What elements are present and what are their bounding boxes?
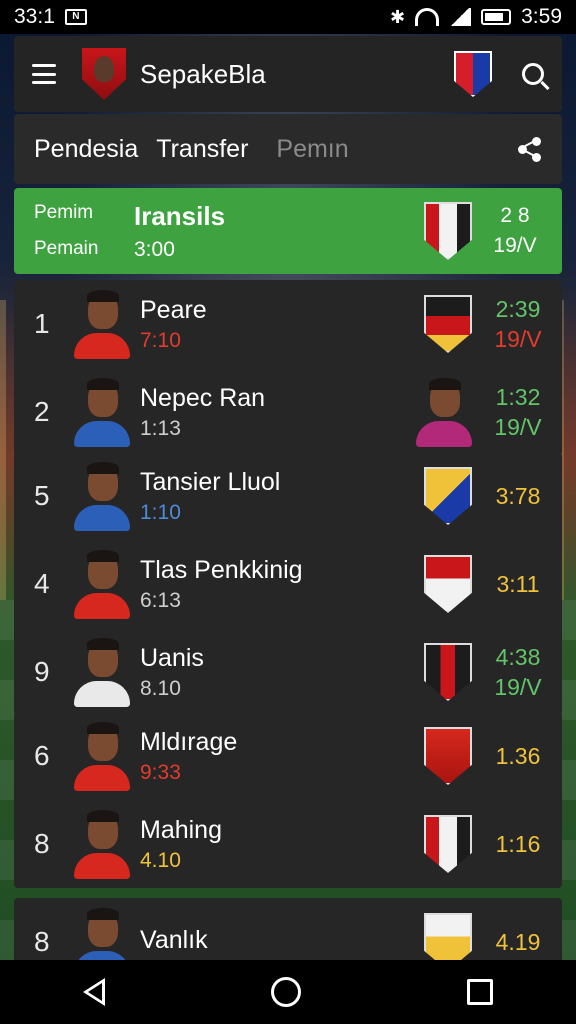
transfer-card: 6 Mldırage 9:33 1.36 8 Mahing 4.10 1:16 bbox=[14, 712, 562, 888]
share-icon[interactable] bbox=[518, 137, 542, 162]
recents-icon[interactable] bbox=[467, 979, 493, 1005]
featured-time: 3:00 bbox=[134, 237, 175, 261]
featured-stat-top: 2 8 bbox=[500, 204, 530, 227]
app-header: SepakeBla bbox=[14, 36, 562, 112]
player-name: Vanlık bbox=[140, 925, 208, 954]
player-time: 4.10 bbox=[140, 848, 181, 872]
bluetooth-icon: ✱ bbox=[390, 6, 406, 27]
player-time: 6:13 bbox=[140, 588, 181, 612]
list-item[interactable]: 1 Peare 7:10 2:39 19/V bbox=[14, 280, 562, 368]
stat-bottom: 19/V bbox=[494, 674, 542, 700]
rank: 8 bbox=[34, 926, 50, 957]
navigation-bar bbox=[0, 960, 576, 1024]
player-name: Uanis bbox=[140, 643, 204, 672]
player-time: 1:10 bbox=[140, 500, 181, 524]
stat-top: 1.36 bbox=[495, 743, 541, 769]
status-bar: 33:1 N ✱ 3:59 bbox=[0, 0, 576, 34]
transfer-card: 1 Peare 7:10 2:39 19/V 2 Nepec Ran 1:13 1:32 19/V bbox=[14, 280, 562, 456]
player-avatar bbox=[74, 809, 130, 879]
tab-pendesia[interactable]: Pendesia bbox=[34, 125, 138, 174]
status-time-left: 33:1 bbox=[14, 5, 55, 28]
search-icon[interactable] bbox=[522, 63, 544, 85]
list-item[interactable]: 6 Mldırage 9:33 1.36 bbox=[14, 712, 562, 800]
featured-transfer[interactable]: Pemim Pemain Iransils 3:00 2 8 19/V bbox=[14, 188, 562, 274]
player-avatar bbox=[416, 377, 472, 447]
back-icon[interactable] bbox=[83, 978, 105, 1006]
rank: 2 bbox=[34, 396, 50, 427]
rank: 4 bbox=[34, 568, 50, 599]
transfer-card: 5 Tansier Lluol 1:10 3:78 4 Tlas Penkkinig 6:1… bbox=[14, 452, 562, 716]
stat-top: 4:38 bbox=[495, 644, 541, 670]
player-name: Tlas Penkkinig bbox=[140, 555, 303, 584]
wifi-icon bbox=[415, 8, 440, 26]
player-name: Peare bbox=[140, 295, 207, 324]
player-avatar bbox=[74, 289, 130, 359]
tab-pemin[interactable]: Pemın bbox=[276, 125, 348, 174]
rank: 1 bbox=[34, 308, 50, 339]
tab-bar: Pendesia Transfer Pemın bbox=[14, 114, 562, 191]
rank: 6 bbox=[34, 740, 50, 771]
stat-top: 3:11 bbox=[496, 571, 540, 597]
stat-bottom: 19/V bbox=[494, 414, 542, 440]
status-time-right: 3:59 bbox=[521, 5, 562, 28]
featured-title: Iransils bbox=[134, 200, 226, 231]
player-avatar bbox=[74, 377, 130, 447]
player-name: Mahing bbox=[140, 815, 222, 844]
signal-icon bbox=[449, 8, 472, 26]
player-name: Mldırage bbox=[140, 727, 238, 756]
club-logo bbox=[82, 48, 126, 100]
player-time: 8.10 bbox=[140, 676, 181, 700]
player-avatar bbox=[74, 721, 130, 791]
club-badge-icon bbox=[424, 295, 472, 353]
rank: 8 bbox=[34, 828, 50, 859]
stat-top: 1:32 bbox=[495, 384, 541, 410]
club-badge-icon bbox=[424, 555, 472, 613]
stat-top: 3:78 bbox=[495, 483, 541, 509]
list-item[interactable]: 4 Tlas Penkkinig 6:13 3:11 bbox=[14, 540, 562, 628]
menu-icon[interactable] bbox=[32, 64, 56, 84]
home-icon[interactable] bbox=[271, 977, 301, 1007]
stat-top: 1:16 bbox=[495, 831, 541, 857]
stat-top: 2:39 bbox=[495, 296, 541, 322]
battery-icon bbox=[481, 9, 512, 25]
club-badge-icon bbox=[424, 815, 472, 873]
rank: 9 bbox=[34, 656, 50, 687]
stat-top: 4.19 bbox=[495, 929, 541, 955]
list-item[interactable]: 5 Tansier Lluol 1:10 3:78 bbox=[14, 452, 562, 540]
club-badge-icon bbox=[424, 643, 472, 701]
list-item[interactable]: 2 Nepec Ran 1:13 1:32 19/V bbox=[14, 368, 562, 456]
tab-transfer[interactable]: Transfer bbox=[146, 125, 271, 191]
stat-bottom: 19/V bbox=[494, 326, 542, 352]
featured-label-bottom: Pemain bbox=[34, 238, 99, 259]
player-name: Nepec Ran bbox=[140, 383, 266, 412]
list-item[interactable]: 9 Uanis 8.10 4:38 19/V bbox=[14, 628, 562, 716]
club-badge-icon bbox=[424, 202, 472, 260]
player-time: 7:10 bbox=[140, 328, 181, 352]
app-title: SepakeBla bbox=[140, 58, 266, 89]
team-badge-icon[interactable] bbox=[454, 51, 492, 97]
featured-stat-bottom: 19/V bbox=[493, 234, 537, 257]
player-name: Tansier Lluol bbox=[140, 467, 281, 496]
notification-icon: N bbox=[64, 9, 87, 25]
club-badge-icon bbox=[424, 727, 472, 785]
club-badge-icon bbox=[424, 467, 472, 525]
player-time: 1:13 bbox=[140, 416, 181, 440]
player-avatar bbox=[74, 637, 130, 707]
player-avatar bbox=[74, 461, 130, 531]
player-time: 9:33 bbox=[140, 760, 181, 784]
list-item[interactable]: 8 Mahing 4.10 1:16 bbox=[14, 800, 562, 888]
rank: 5 bbox=[34, 480, 50, 511]
player-avatar bbox=[74, 549, 130, 619]
featured-label-top: Pemim bbox=[34, 202, 94, 223]
